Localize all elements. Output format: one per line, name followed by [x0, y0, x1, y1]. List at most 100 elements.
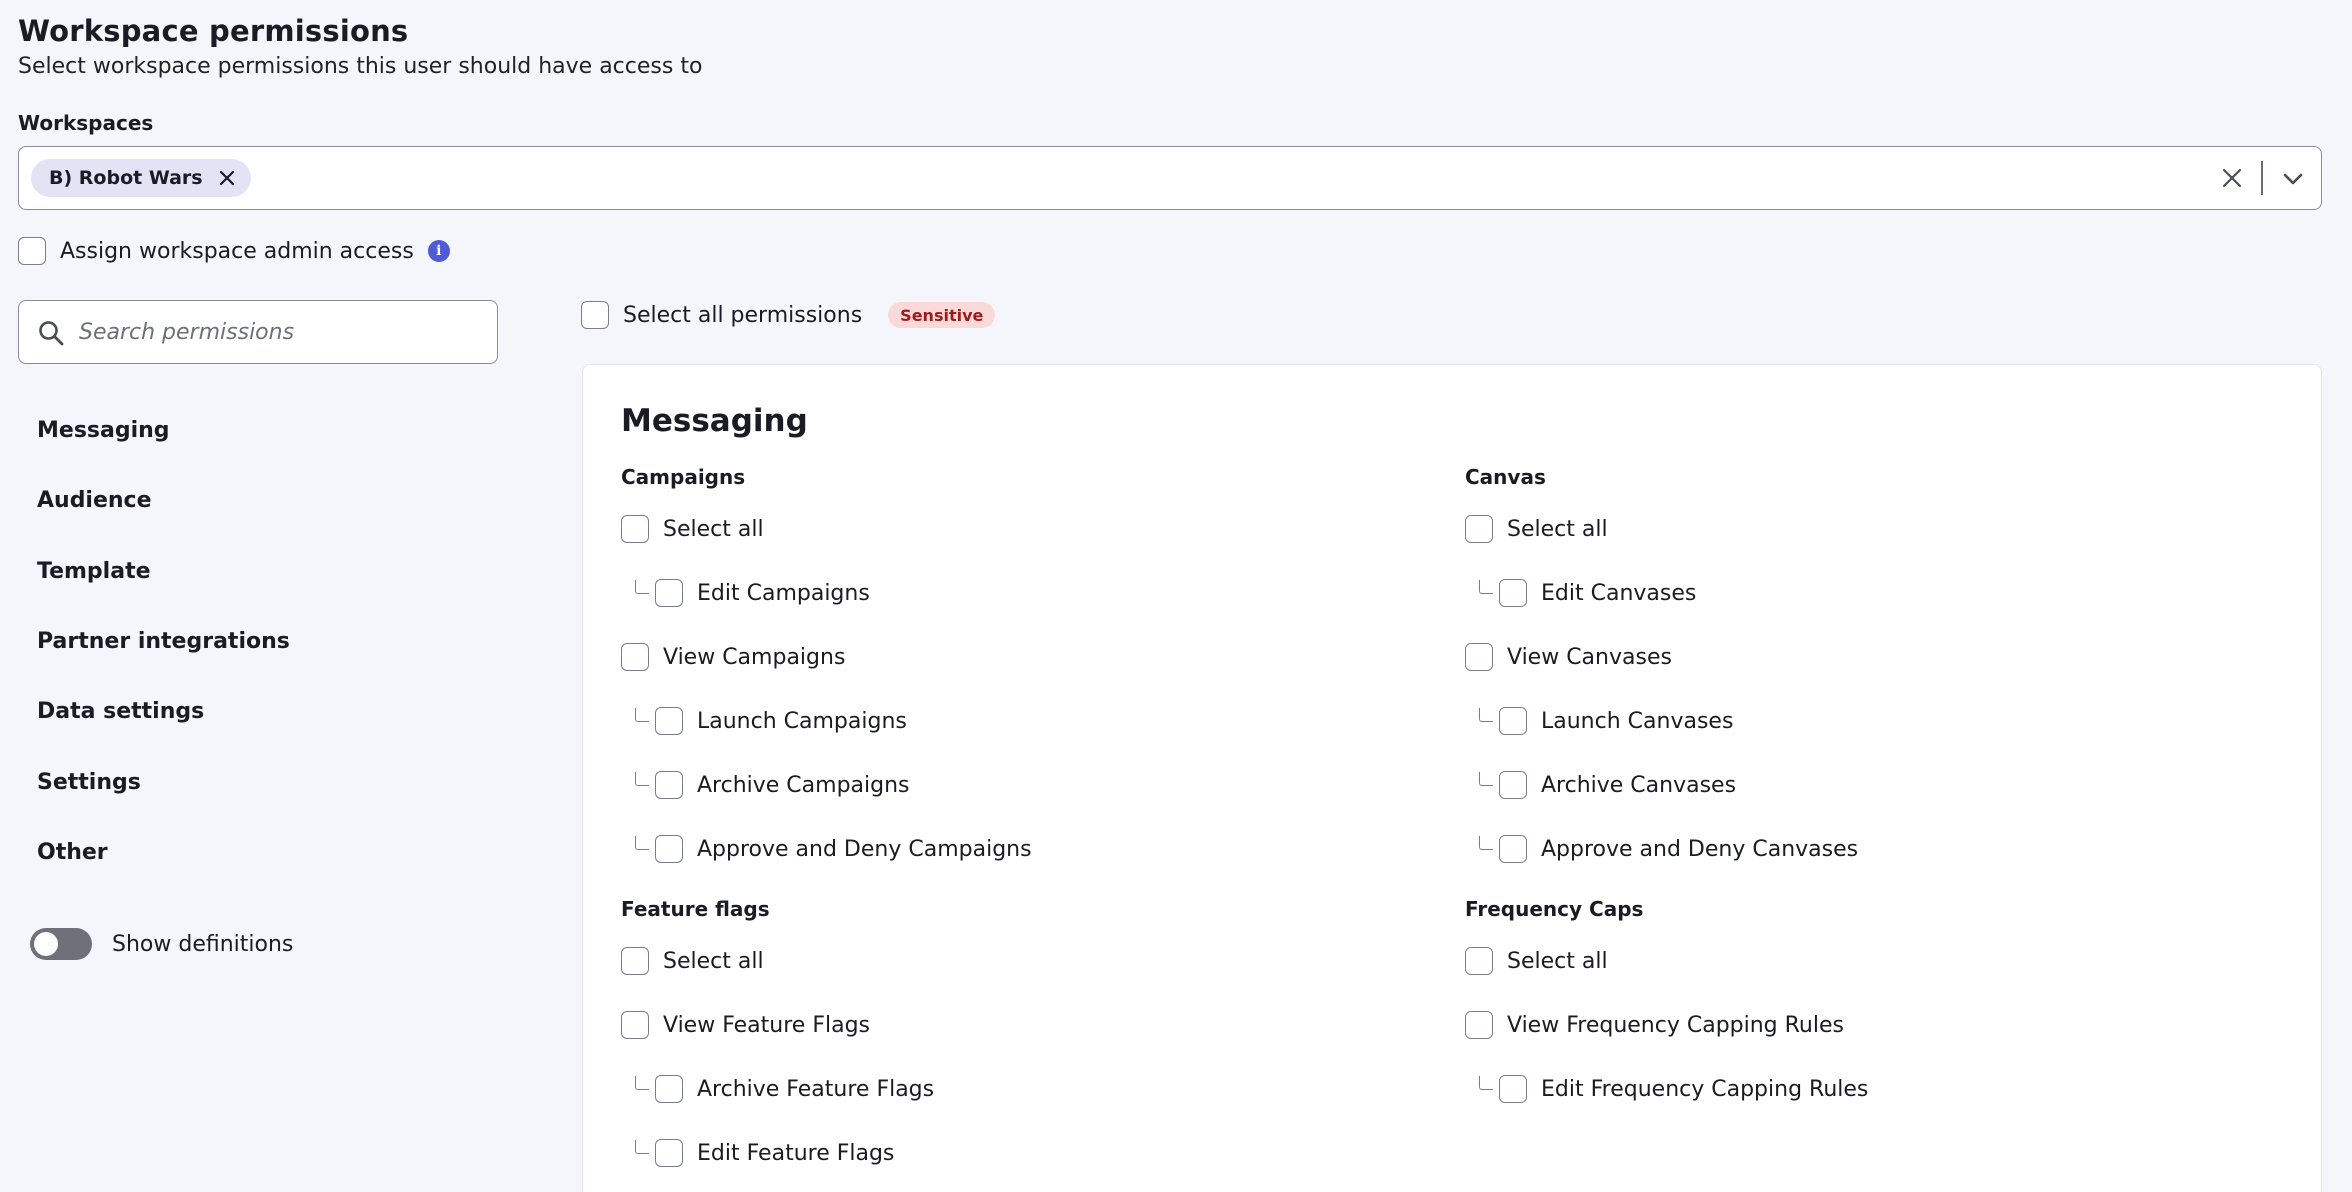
- permission-row: Archive Feature Flags: [635, 1073, 934, 1105]
- permission-row: Select all: [1465, 513, 1608, 545]
- section-title: Messaging: [621, 403, 808, 439]
- permission-label: Edit Canvases: [1541, 580, 1697, 606]
- tree-connector: [635, 708, 649, 722]
- permission-label: View Frequency Capping Rules: [1507, 1012, 1844, 1038]
- permission-label: Edit Feature Flags: [697, 1140, 895, 1166]
- toggle-knob: [34, 932, 58, 956]
- permission-checkbox[interactable]: [621, 947, 649, 975]
- tree-connector: [1479, 1076, 1493, 1090]
- clear-icon[interactable]: [2221, 167, 2243, 189]
- sensitive-badge: Sensitive: [888, 302, 996, 328]
- permission-label: Approve and Deny Canvases: [1541, 836, 1859, 862]
- permission-label: Select all: [663, 516, 764, 542]
- sidebar-item-messaging[interactable]: Messaging: [37, 418, 170, 443]
- permission-checkbox[interactable]: [1499, 771, 1527, 799]
- sidebar-item-other[interactable]: Other: [37, 840, 108, 865]
- remove-chip-icon[interactable]: [217, 168, 237, 188]
- group-title-frequency-caps: Frequency Caps: [1465, 897, 1644, 921]
- select-all-permissions-checkbox[interactable]: [581, 301, 609, 329]
- permission-checkbox[interactable]: [621, 643, 649, 671]
- workspace-chip: B) Robot Wars: [31, 159, 251, 197]
- workspaces-select[interactable]: B) Robot Wars: [18, 146, 2322, 210]
- tree-connector: [635, 1076, 649, 1090]
- show-definitions-toggle[interactable]: [30, 928, 92, 960]
- admin-access-checkbox[interactable]: [18, 237, 46, 265]
- permission-row: Edit Feature Flags: [635, 1137, 894, 1169]
- permission-label: View Campaigns: [663, 644, 846, 670]
- permission-label: Archive Canvases: [1541, 772, 1737, 798]
- permissions-panel: Messaging Campaigns Select all Edit Camp…: [582, 364, 2322, 1192]
- workspaces-label: Workspaces: [18, 111, 154, 135]
- select-all-permissions-label: Select all permissions: [623, 302, 863, 328]
- permission-checkbox[interactable]: [621, 1011, 649, 1039]
- permission-label: View Canvases: [1507, 644, 1672, 670]
- search-icon: [39, 321, 64, 346]
- permission-checkbox[interactable]: [655, 707, 683, 735]
- permission-label: Archive Feature Flags: [697, 1076, 935, 1102]
- permission-row: Select all: [621, 513, 764, 545]
- permission-label: Approve and Deny Campaigns: [697, 836, 1032, 862]
- permission-row: View Frequency Capping Rules: [1465, 1009, 1844, 1041]
- group-title-feature-flags: Feature flags: [621, 897, 770, 921]
- permission-label: Launch Campaigns: [697, 708, 907, 734]
- select-all-permissions-row: Select all permissions Sensitive: [581, 301, 996, 329]
- tree-connector: [1479, 708, 1493, 722]
- tree-connector: [635, 580, 649, 594]
- chevron-down-icon[interactable]: [2281, 169, 2305, 189]
- permission-row: Archive Campaigns: [635, 769, 910, 801]
- permission-label: Launch Canvases: [1541, 708, 1734, 734]
- permission-checkbox[interactable]: [655, 771, 683, 799]
- tree-connector: [635, 1140, 649, 1154]
- permission-label: Select all: [663, 948, 764, 974]
- permission-checkbox[interactable]: [1499, 835, 1527, 863]
- permission-checkbox[interactable]: [1499, 707, 1527, 735]
- search-box: [18, 300, 498, 364]
- show-definitions-row: Show definitions: [30, 928, 293, 960]
- sidebar-item-settings[interactable]: Settings: [37, 770, 141, 795]
- sidebar-item-audience[interactable]: Audience: [37, 488, 152, 513]
- group-title-campaigns: Campaigns: [621, 465, 746, 489]
- admin-access-row: Assign workspace admin access i: [18, 237, 450, 265]
- permission-label: Archive Campaigns: [697, 772, 910, 798]
- permission-checkbox[interactable]: [655, 579, 683, 607]
- tree-connector: [1479, 772, 1493, 786]
- permission-checkbox[interactable]: [1465, 1011, 1493, 1039]
- sidebar-item-data-settings[interactable]: Data settings: [37, 699, 204, 724]
- permission-label: Edit Frequency Capping Rules: [1541, 1076, 1869, 1102]
- permission-row: View Canvases: [1465, 641, 1672, 673]
- permission-row: Archive Canvases: [1479, 769, 1736, 801]
- permission-row: View Feature Flags: [621, 1009, 870, 1041]
- workspace-chip-label: B) Robot Wars: [49, 167, 203, 189]
- permission-row: View Campaigns: [621, 641, 845, 673]
- permission-label: Select all: [1507, 516, 1608, 542]
- page-subtitle: Select workspace permissions this user s…: [18, 54, 703, 79]
- permission-row: Approve and Deny Canvases: [1479, 833, 1858, 865]
- permission-row: Select all: [1465, 945, 1608, 977]
- group-title-canvas: Canvas: [1465, 465, 1546, 489]
- permission-checkbox[interactable]: [1499, 1075, 1527, 1103]
- workspace-permissions-page: Workspace permissions Select workspace p…: [0, 0, 2352, 1192]
- permission-checkbox[interactable]: [621, 515, 649, 543]
- permission-row: Select all: [621, 945, 764, 977]
- permission-row: Approve and Deny Campaigns: [635, 833, 1032, 865]
- permission-checkbox[interactable]: [655, 835, 683, 863]
- tree-connector: [1479, 580, 1493, 594]
- sidebar-item-partner-integrations[interactable]: Partner integrations: [37, 629, 290, 654]
- permission-checkbox[interactable]: [655, 1139, 683, 1167]
- permission-row: Launch Canvases: [1479, 705, 1733, 737]
- tree-connector: [1479, 836, 1493, 850]
- page-title: Workspace permissions: [18, 14, 409, 48]
- tree-connector: [635, 836, 649, 850]
- show-definitions-label: Show definitions: [112, 931, 294, 957]
- search-input[interactable]: [79, 311, 479, 353]
- info-icon[interactable]: i: [427, 240, 450, 262]
- permission-label: View Feature Flags: [663, 1012, 871, 1038]
- permission-row: Edit Frequency Capping Rules: [1479, 1073, 1868, 1105]
- permission-checkbox[interactable]: [1465, 515, 1493, 543]
- permission-checkbox[interactable]: [655, 1075, 683, 1103]
- permission-checkbox[interactable]: [1465, 643, 1493, 671]
- sidebar-item-template[interactable]: Template: [37, 559, 151, 584]
- permission-checkbox[interactable]: [1499, 579, 1527, 607]
- permission-row: Edit Campaigns: [635, 577, 870, 609]
- permission-checkbox[interactable]: [1465, 947, 1493, 975]
